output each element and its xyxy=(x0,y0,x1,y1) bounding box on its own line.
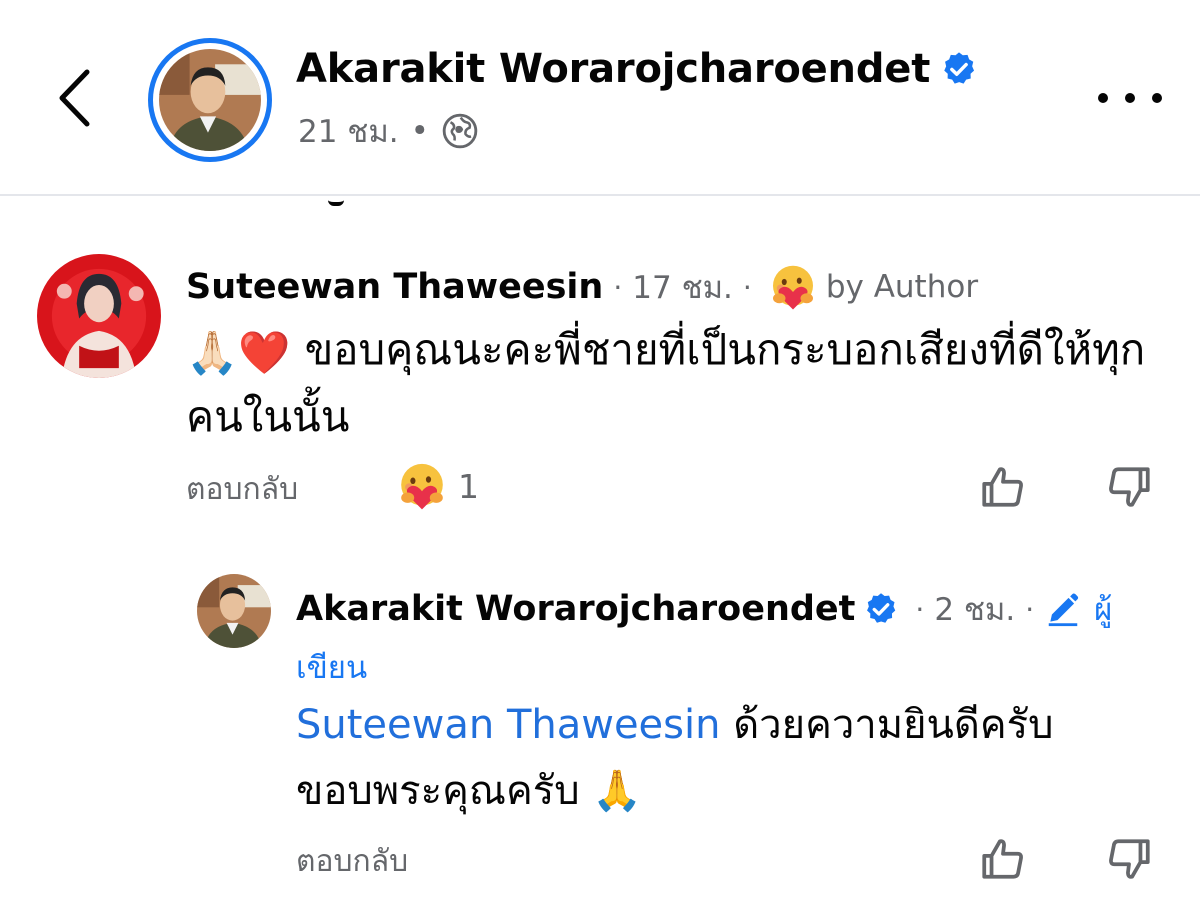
author-badge: ผู้ xyxy=(1044,584,1112,634)
reply-text-line2: ขอบพระคุณครับ xyxy=(296,768,593,814)
comment-emojis: 🙏🏻❤️ xyxy=(186,327,291,377)
verified-badge-icon xyxy=(863,591,899,627)
comment-time[interactable]: 17 ชม. xyxy=(632,262,733,312)
more-dot-icon xyxy=(1098,93,1108,103)
comment-body: 🙏🏻❤️ ขอบคุณนะคะพี่ชายที่เป็นกระบอกเสียงที… xyxy=(186,318,1166,449)
meta-separator: · xyxy=(915,592,925,626)
meta-separator: · xyxy=(742,270,752,304)
dislike-button[interactable] xyxy=(1102,832,1156,886)
more-options-button[interactable] xyxy=(1092,76,1168,120)
pray-emoji-icon: 🙏 xyxy=(592,768,643,814)
reply-author-name[interactable]: Akarakit Worarojcharoendet xyxy=(296,589,855,629)
post-meta: 21 ชม. • xyxy=(298,106,479,156)
mention-link[interactable]: Suteewan Thaweesin xyxy=(296,702,720,748)
reply-header: Akarakit Worarojcharoendet · 2 ชม. · ผู้ xyxy=(296,584,1112,634)
author-badge-label-cont: เขียน xyxy=(296,650,368,686)
post-time[interactable]: 21 ชม. xyxy=(298,106,399,156)
author-badge-label: ผู้ xyxy=(1094,592,1113,628)
reply-author-avatar[interactable] xyxy=(197,574,271,648)
reply-button[interactable]: ตอบกลับ xyxy=(296,838,408,885)
author-name[interactable]: Akarakit Worarojcharoendet xyxy=(296,46,930,92)
thumbs-up-icon xyxy=(982,839,1023,879)
commenter-name[interactable]: Suteewan Thaweesin xyxy=(186,267,603,307)
reply-actions: ตอบกลับ xyxy=(296,832,1156,886)
meta-separator: • xyxy=(410,113,429,149)
reaction-summary[interactable]: 1 xyxy=(396,460,479,512)
chevron-left-icon xyxy=(59,69,90,127)
globe-icon xyxy=(442,113,478,149)
verified-badge-icon xyxy=(940,50,978,88)
thumbs-down-icon xyxy=(1109,839,1150,879)
comment-actions: ตอบกลับ 1 xyxy=(186,460,1156,514)
hug-emoji-icon xyxy=(768,262,818,312)
meta-separator: · xyxy=(1025,592,1035,626)
reply-time[interactable]: 2 ชม. xyxy=(934,584,1015,634)
thumbs-down-icon xyxy=(1109,467,1150,507)
back-button[interactable] xyxy=(44,62,104,134)
meta-separator: · xyxy=(613,270,623,304)
author-avatar[interactable] xyxy=(148,38,272,162)
more-dot-icon xyxy=(1125,93,1135,103)
dislike-button[interactable] xyxy=(1102,460,1156,514)
reply-body: Suteewan Thaweesin ด้วยความยินดีครับ ขอบ… xyxy=(296,692,1156,824)
comment-header: Suteewan Thaweesin · 17 ชม. · by Author xyxy=(186,262,978,312)
pencil-icon xyxy=(1048,593,1079,627)
comment-text: ขอบคุณนะคะพี่ชายที่เป็นกระบอกเสียงที่ดีใ… xyxy=(186,325,1146,441)
post-header: Akarakit Worarojcharoendet 21 ชม. • xyxy=(0,0,1200,196)
clipped-text-fragment xyxy=(328,196,344,206)
author-name-row: Akarakit Worarojcharoendet xyxy=(296,46,978,92)
thumbs-up-icon xyxy=(982,467,1023,507)
more-dot-icon xyxy=(1152,93,1162,103)
commenter-avatar[interactable] xyxy=(37,254,161,378)
like-button[interactable] xyxy=(976,832,1030,886)
like-button[interactable] xyxy=(976,460,1030,514)
author-reaction-label: by Author xyxy=(825,269,979,305)
author-avatar-image xyxy=(159,49,261,151)
reply-text-line1: ด้วยความยินดีครับ xyxy=(720,702,1054,748)
reply-button[interactable]: ตอบกลับ xyxy=(186,466,298,513)
reaction-count: 1 xyxy=(458,466,479,506)
hug-reaction-icon xyxy=(401,463,443,510)
